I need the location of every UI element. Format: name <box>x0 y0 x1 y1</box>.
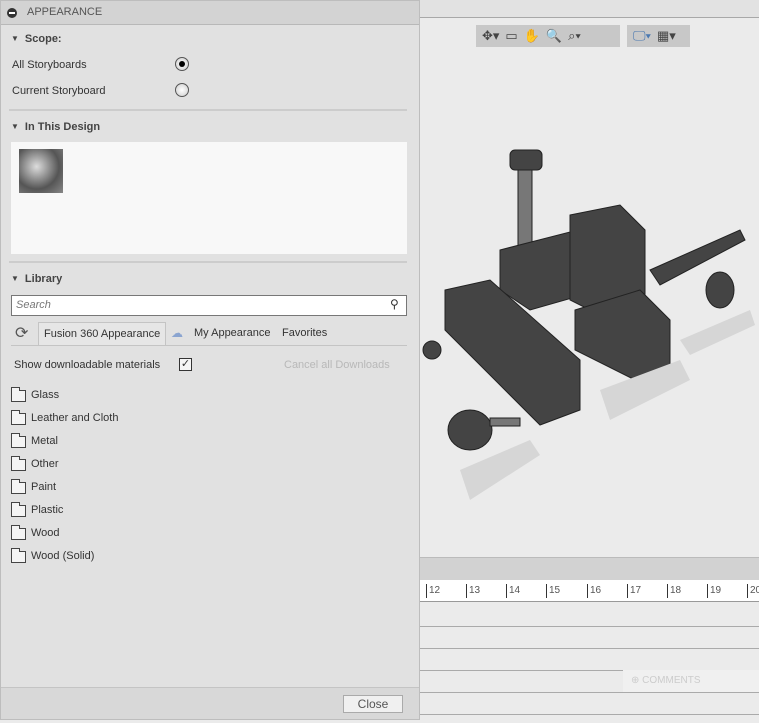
timeline-row-divider <box>420 648 759 649</box>
ruler-tick: 14 <box>506 584 520 598</box>
timeline-row-divider <box>420 714 759 715</box>
folder-icon <box>11 387 26 402</box>
tab-underline <box>11 345 407 346</box>
cloud-icon: ☁ <box>171 326 183 340</box>
folder-other[interactable]: Other <box>31 458 59 470</box>
folder-wood[interactable]: Wood <box>31 527 60 539</box>
folder-plastic[interactable]: Plastic <box>31 504 63 516</box>
all-storyboards-radio[interactable] <box>175 57 189 71</box>
ruler-tick: 17 <box>627 584 641 598</box>
scope-heading[interactable]: Scope: <box>11 33 62 45</box>
top-strip <box>420 0 759 18</box>
metal-ring-thumbnail[interactable] <box>19 149 63 193</box>
panel-header: APPEARANCE <box>1 1 419 25</box>
ruler-tick: 15 <box>546 584 560 598</box>
timeline-ruler[interactable]: 12 13 14 15 16 17 18 19 20 <box>420 580 759 602</box>
ruler-tick: 18 <box>667 584 681 598</box>
cancel-downloads-button[interactable]: Cancel all Downloads <box>284 359 390 371</box>
divider <box>9 261 407 263</box>
orbit-icon[interactable]: ✥▾ <box>482 28 499 44</box>
in-design-list <box>11 142 407 254</box>
ruler-tick: 20 <box>747 584 759 598</box>
vise-model <box>422 149 755 500</box>
search-input[interactable]: Search <box>11 295 407 316</box>
timeline-row-divider <box>420 692 759 693</box>
scope-option-label: All Storyboards <box>12 59 87 71</box>
current-storyboard-radio[interactable] <box>175 83 189 97</box>
navigation-toolbar: ✥▾ ▭ ✋ 🔍 ⌕▾ <box>476 25 620 47</box>
folder-icon <box>11 525 26 540</box>
tab-fusion-360-appearance[interactable]: Fusion 360 Appearance <box>38 322 167 346</box>
collapse-icon[interactable] <box>7 8 17 18</box>
zoom-icon[interactable]: 🔍 <box>546 28 562 44</box>
search-icon[interactable]: ⚲ <box>390 297 399 311</box>
tab-favorites[interactable]: Favorites <box>277 322 332 346</box>
show-downloadable-checkbox[interactable]: ✓ <box>179 358 192 371</box>
appearance-panel: APPEARANCE Scope: All Storyboards Curren… <box>0 0 420 720</box>
look-at-icon[interactable]: ▭ <box>505 28 517 44</box>
refresh-icon[interactable]: ⟳ <box>15 323 28 343</box>
comments-label: COMMENTS <box>642 675 701 686</box>
fit-icon[interactable]: ⌕▾ <box>568 28 581 44</box>
display-settings-icon[interactable]: 🖵▾ <box>633 28 651 44</box>
folder-wood-solid[interactable]: Wood (Solid) <box>31 550 94 562</box>
panel-title: APPEARANCE <box>27 6 103 18</box>
3d-viewport[interactable] <box>420 0 759 557</box>
folder-icon <box>11 548 26 563</box>
folder-metal[interactable]: Metal <box>31 435 58 447</box>
pan-icon[interactable]: ✋ <box>524 28 540 44</box>
timeline-row-divider <box>420 626 759 627</box>
folder-icon <box>11 502 26 517</box>
show-downloadable-label: Show downloadable materials <box>14 359 161 371</box>
folder-paint[interactable]: Paint <box>31 481 56 493</box>
folder-icon <box>11 456 26 471</box>
comments-button[interactable]: ⊕ COMMENTS <box>623 670 759 692</box>
timeline-bar <box>420 557 759 580</box>
ruler-tick: 16 <box>587 584 601 598</box>
tab-my-appearance[interactable]: My Appearance <box>189 322 275 346</box>
ruler-tick: 13 <box>466 584 480 598</box>
library-heading[interactable]: Library <box>11 273 62 285</box>
ruler-tick: 12 <box>426 584 440 598</box>
scope-option-label: Current Storyboard <box>12 85 106 97</box>
ruler-tick: 19 <box>707 584 721 598</box>
folder-icon <box>11 433 26 448</box>
close-button[interactable]: Close <box>343 695 403 713</box>
in-design-heading[interactable]: In This Design <box>11 121 100 133</box>
folder-icon <box>11 410 26 425</box>
folder-leather-and-cloth[interactable]: Leather and Cloth <box>31 412 118 424</box>
display-toolbar: 🖵▾ ▦▾ <box>627 25 690 47</box>
grid-icon[interactable]: ▦▾ <box>657 28 676 44</box>
divider <box>9 109 407 111</box>
folder-icon <box>11 479 26 494</box>
folder-glass[interactable]: Glass <box>31 389 59 401</box>
